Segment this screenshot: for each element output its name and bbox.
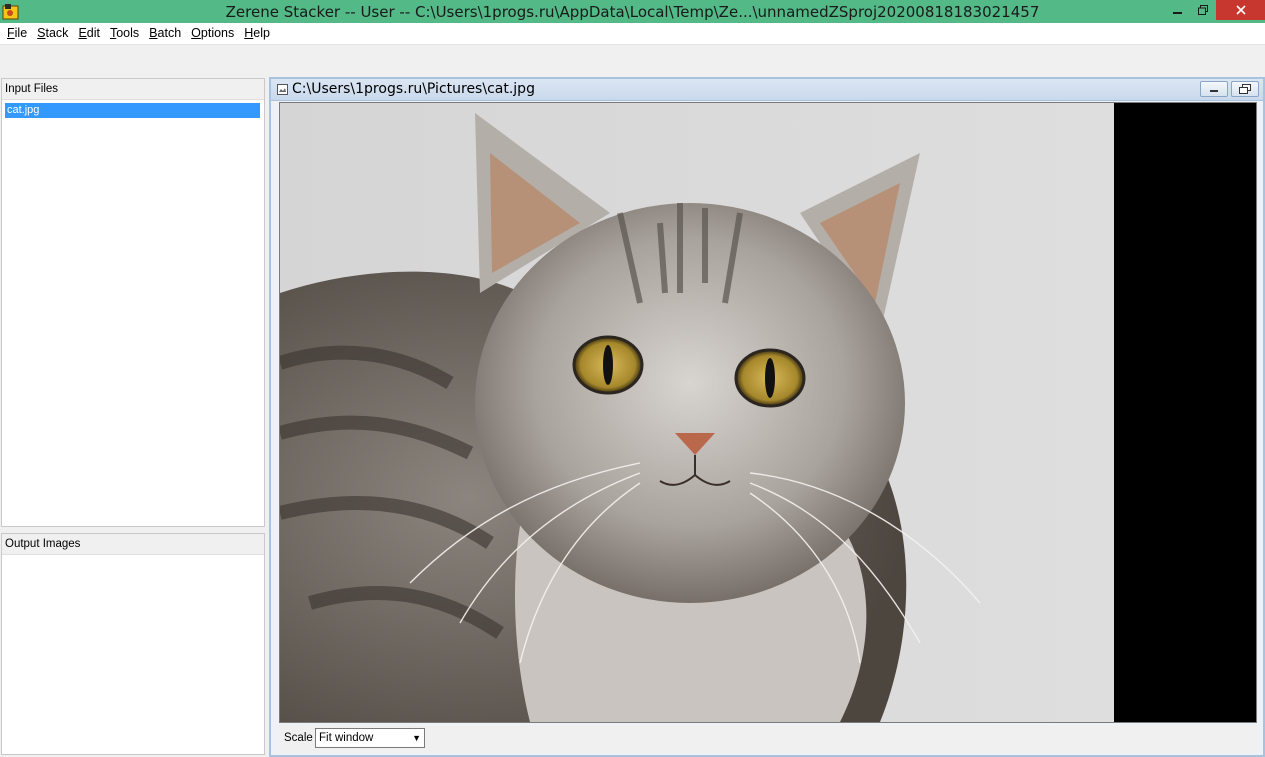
maximize-icon <box>1198 5 1208 15</box>
frame-restore-icon <box>1239 84 1251 94</box>
menu-stack[interactable]: Stack <box>32 23 73 44</box>
scale-label: Scale <box>284 732 313 744</box>
menu-edit[interactable]: Edit <box>73 23 105 44</box>
scale-select-value: Fit window <box>319 732 374 744</box>
title-bar: Zerene Stacker -- User -- C:\Users\1prog… <box>0 0 1265 23</box>
minimize-button[interactable] <box>1166 0 1190 20</box>
cat-photo <box>280 103 1114 722</box>
frame-restore-button[interactable] <box>1231 81 1259 97</box>
close-icon <box>1235 5 1246 15</box>
minimize-icon <box>1173 12 1182 14</box>
image-frame-titlebar[interactable]: C:\Users\1progs.ru\Pictures\cat.jpg <box>271 79 1263 101</box>
image-canvas[interactable] <box>279 102 1257 723</box>
panel-splitter[interactable] <box>0 528 266 532</box>
output-images-header: Output Images <box>2 534 264 555</box>
menu-bar: File Stack Edit Tools Batch Options Help <box>0 23 1265 44</box>
image-path: C:\Users\1progs.ru\Pictures\cat.jpg <box>292 81 535 97</box>
menu-help[interactable]: Help <box>239 23 275 44</box>
menu-tools[interactable]: Tools <box>105 23 144 44</box>
menu-batch[interactable]: Batch <box>144 23 186 44</box>
input-files-panel: Input Files cat.jpg <box>1 78 265 527</box>
document-icon <box>277 84 288 95</box>
menu-options[interactable]: Options <box>186 23 239 44</box>
output-images-panel: Output Images <box>1 533 265 755</box>
input-files-header: Input Files <box>2 79 264 100</box>
maximize-button[interactable] <box>1192 0 1214 20</box>
image-frame: C:\Users\1progs.ru\Pictures\cat.jpg Scal… <box>269 77 1265 757</box>
scale-bar: Scale Fit window ▼ <box>279 725 1257 753</box>
frame-minimize-button[interactable] <box>1200 81 1228 97</box>
frame-minimize-icon <box>1210 90 1218 92</box>
toolbar-area <box>0 44 1265 77</box>
input-file-item[interactable]: cat.jpg <box>5 103 260 118</box>
close-button[interactable] <box>1216 0 1265 20</box>
dropdown-arrow-icon: ▼ <box>412 733 421 743</box>
scale-select[interactable]: Fit window ▼ <box>315 728 425 748</box>
window-title: Zerene Stacker -- User -- C:\Users\1prog… <box>225 3 1040 21</box>
menu-file[interactable]: File <box>2 23 32 44</box>
